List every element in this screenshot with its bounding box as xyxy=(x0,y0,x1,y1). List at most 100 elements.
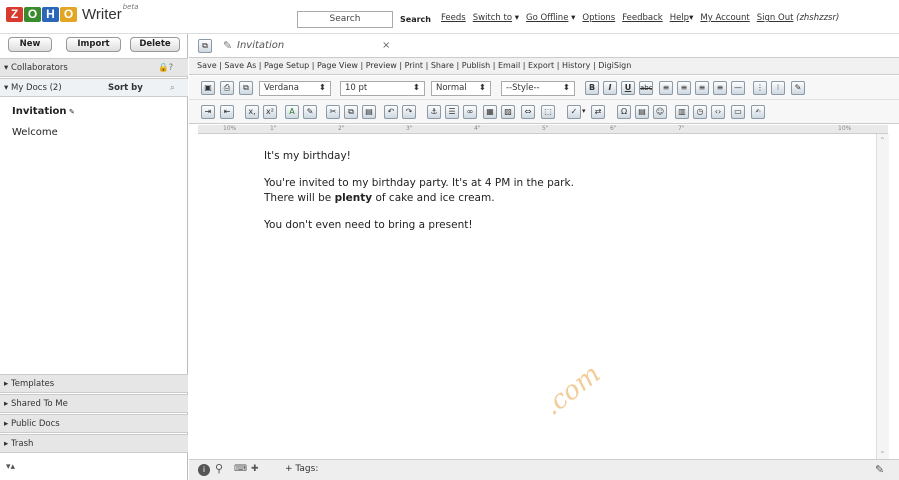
feedback-link[interactable]: Feedback xyxy=(622,13,662,23)
blank-page-icon[interactable]: ▭ xyxy=(731,105,745,119)
lock-icon[interactable]: 🔒? xyxy=(158,59,173,77)
logo-letter: O xyxy=(60,7,77,22)
document-map-icon[interactable]: ▥ xyxy=(675,105,689,119)
my-account-link[interactable]: My Account xyxy=(700,13,749,23)
switch-to-link[interactable]: Switch to xyxy=(473,13,512,23)
sign-out-link[interactable]: Sign Out xyxy=(757,13,794,23)
doc-item-invitation[interactable]: Invitation ✎ xyxy=(12,106,75,117)
search-icon[interactable]: ⌕ xyxy=(170,79,175,97)
edit-note-icon[interactable]: ✎ xyxy=(875,463,884,476)
special-char-icon[interactable]: Ω xyxy=(617,105,631,119)
subscript-icon[interactable]: x, xyxy=(245,105,259,119)
edit-source-icon[interactable]: ✎ xyxy=(791,81,805,95)
import-button[interactable]: Import xyxy=(66,37,121,52)
options-link[interactable]: Options xyxy=(582,13,615,23)
find-replace-icon[interactable]: ⇄ xyxy=(591,105,605,119)
align-left-icon[interactable]: ≡ xyxy=(659,81,673,95)
smiley-icon[interactable]: ☺ xyxy=(653,105,667,119)
print-icon[interactable]: ⎙ xyxy=(220,81,234,95)
menu-save[interactable]: Save xyxy=(197,58,217,74)
help-link[interactable]: Help xyxy=(670,13,689,23)
justify-icon[interactable]: ≡ xyxy=(713,81,727,95)
html-source-icon[interactable]: ‹› xyxy=(711,105,725,119)
page-icon[interactable]: ⧉ xyxy=(198,39,212,53)
menu-page-view[interactable]: Page View xyxy=(317,58,358,74)
outdent-icon[interactable]: ⇤ xyxy=(220,105,234,119)
menu-save-as[interactable]: Save As xyxy=(224,58,256,74)
highlight-color-icon[interactable]: ✎ xyxy=(303,105,317,119)
trash-header[interactable]: ▸ Trash xyxy=(0,434,188,453)
collaborators-header[interactable]: ▾ Collaborators 🔒? xyxy=(0,58,188,77)
underline-icon[interactable]: U xyxy=(621,81,635,95)
dropdown-arrow-icon[interactable]: ▾ xyxy=(582,107,586,115)
keyboard-icon[interactable]: ⌨ xyxy=(234,464,247,474)
shared-to-me-header[interactable]: ▸ Shared To Me xyxy=(0,394,188,413)
comment-icon[interactable]: ◷ xyxy=(693,105,707,119)
info-icon[interactable]: i xyxy=(198,464,210,476)
search-button[interactable]: Search xyxy=(400,11,431,28)
custom-style-select[interactable]: --Style-- ⬍ xyxy=(501,81,575,96)
link-icon[interactable]: ∞ xyxy=(463,105,477,119)
undo-icon[interactable]: ↶ xyxy=(384,105,398,119)
doc-item-welcome[interactable]: Welcome xyxy=(12,127,58,138)
tab-invitation[interactable]: Invitation xyxy=(237,40,284,51)
templates-header[interactable]: ▸ Templates xyxy=(0,374,188,393)
anchor-icon[interactable]: ⚓ xyxy=(427,105,441,119)
tags-label[interactable]: + Tags: xyxy=(285,464,318,474)
font-size-select[interactable]: 10 pt ⬍ xyxy=(340,81,425,96)
bold-icon[interactable]: B xyxy=(585,81,599,95)
superscript-icon[interactable]: x² xyxy=(263,105,277,119)
scroll-up-icon[interactable]: ⌃ xyxy=(879,136,886,145)
copy-format-icon[interactable]: ⧉ xyxy=(239,81,253,95)
menu-email[interactable]: Email xyxy=(498,58,520,74)
menu-export[interactable]: Export xyxy=(528,58,554,74)
menu-page-setup[interactable]: Page Setup xyxy=(264,58,309,74)
menu-digisign[interactable]: DigiSign xyxy=(598,58,631,74)
date-icon[interactable]: ▤ xyxy=(635,105,649,119)
menu-print[interactable]: Print xyxy=(405,58,423,74)
scroll-down-icon[interactable]: ⌄ xyxy=(879,446,886,455)
text-color-icon[interactable]: A xyxy=(285,105,299,119)
public-docs-header[interactable]: ▸ Public Docs xyxy=(0,414,188,433)
page-break-icon[interactable]: ☰ xyxy=(445,105,459,119)
select-all-icon[interactable]: ⬚ xyxy=(541,105,555,119)
close-tab-icon[interactable]: × xyxy=(382,40,390,51)
image-icon[interactable]: ▨ xyxy=(501,105,515,119)
vertical-scrollbar[interactable]: ⌃ ⌄ xyxy=(876,134,889,459)
zoom-icon[interactable]: ⚲ xyxy=(215,462,223,475)
bulleted-list-icon[interactable]: ⁝ xyxy=(771,81,785,95)
menu-history[interactable]: History xyxy=(562,58,590,74)
signature-icon[interactable]: ✍ xyxy=(751,105,765,119)
new-button[interactable]: New xyxy=(8,37,52,52)
templates-label: Templates xyxy=(10,379,55,389)
redo-icon[interactable]: ↷ xyxy=(402,105,416,119)
menu-publish[interactable]: Publish xyxy=(462,58,491,74)
delete-button[interactable]: Delete xyxy=(130,37,180,52)
document-editor[interactable]: It's my birthday! You're invited to my b… xyxy=(198,134,876,459)
copy-icon[interactable]: ⧉ xyxy=(344,105,358,119)
feeds-link[interactable]: Feeds xyxy=(441,13,466,23)
table-icon[interactable]: ▦ xyxy=(483,105,497,119)
horizontal-rule-icon[interactable]: — xyxy=(731,81,745,95)
menu-share[interactable]: Share xyxy=(431,58,454,74)
save-icon[interactable]: ▣ xyxy=(201,81,215,95)
align-center-icon[interactable]: ≡ xyxy=(677,81,691,95)
menu-preview[interactable]: Preview xyxy=(366,58,397,74)
my-docs-header[interactable]: ▾ My Docs (2) Sort by ⌕ xyxy=(0,78,188,97)
spellcheck-icon[interactable]: ✓ xyxy=(567,105,581,119)
indent-icon[interactable]: ⇥ xyxy=(201,105,215,119)
embed-icon[interactable]: ⇔ xyxy=(521,105,535,119)
go-offline-link[interactable]: Go Offline xyxy=(526,13,568,23)
font-family-select[interactable]: Verdana ⬍ xyxy=(259,81,331,96)
align-right-icon[interactable]: ≡ xyxy=(695,81,709,95)
search-input[interactable]: Search xyxy=(297,11,393,28)
italic-icon[interactable]: I xyxy=(603,81,617,95)
numbered-list-icon[interactable]: ⋮ xyxy=(753,81,767,95)
sort-by-button[interactable]: Sort by xyxy=(108,79,143,97)
expand-collapse-arrows-icon[interactable]: ▾▴ xyxy=(6,462,15,472)
tag-icon[interactable]: ✚ xyxy=(251,464,259,474)
cut-icon[interactable]: ✂ xyxy=(326,105,340,119)
paragraph-style-select[interactable]: Normal ⬍ xyxy=(431,81,491,96)
paste-icon[interactable]: ▤ xyxy=(362,105,376,119)
strikethrough-icon[interactable]: abc xyxy=(639,81,653,95)
